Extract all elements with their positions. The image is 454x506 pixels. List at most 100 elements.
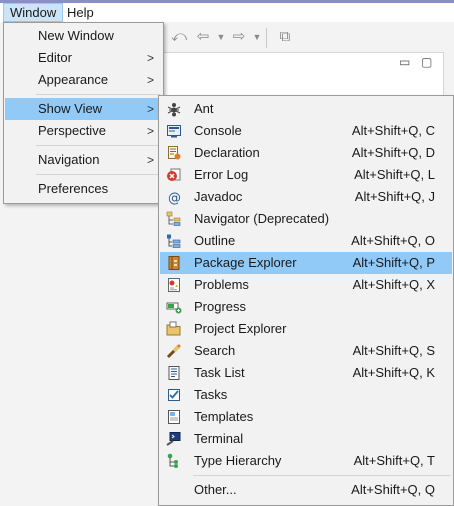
view-item-templates[interactable]: Templates [160,406,452,428]
type-hierarchy-icon [167,453,178,468]
submenu-arrow-icon: > [147,51,155,65]
view-item-label: Javadoc [194,189,243,204]
view-item-shortcut: Alt+Shift+Q, D [351,145,435,160]
view-item-package-explorer[interactable]: Package Explorer Alt+Shift+Q, P [160,252,452,274]
forward-dropdown-icon[interactable]: ▼ [248,28,266,46]
view-item-error-log[interactable]: Error Log Alt+Shift+Q, L [160,164,452,186]
view-item-shortcut: Alt+Shift+Q, P [352,255,435,270]
view-item-shortcut: Alt+Shift+Q, J [354,189,435,204]
menu-separator [36,145,160,146]
ant-icon [167,103,181,117]
search-icon [166,344,181,359]
view-item-shortcut: Alt+Shift+Q, O [351,233,435,248]
toolbar-separator [266,28,267,48]
menu-item-preferences[interactable]: Preferences [5,178,162,200]
view-item-tasks[interactable]: Tasks [160,384,452,406]
view-item-navigator[interactable]: Navigator (Deprecated) [160,208,452,230]
view-item-label: Type Hierarchy [194,453,282,468]
view-item-search[interactable]: Search Alt+Shift+Q, S [160,340,452,362]
menu-item-perspective[interactable]: Perspective > [5,120,162,142]
view-item-shortcut: Alt+Shift+Q, S [352,343,435,358]
progress-icon [166,302,182,314]
view-item-label: Terminal [194,431,244,446]
view-item-label: Search [194,343,236,358]
view-item-label: Tasks [194,387,228,402]
view-item-ant[interactable]: Ant [160,98,452,120]
window-menu: New Window Editor > Appearance > Show Vi… [3,22,164,204]
view-panel: ▭ ▢ [160,52,444,98]
menu-separator [36,174,160,175]
view-item-label: Package Explorer [194,255,297,270]
menu-item-new-window[interactable]: New Window [5,25,162,47]
menu-item-show-view[interactable]: Show View > [5,98,162,120]
menu-bar: Window Help [0,3,454,22]
view-item-type-hierarchy[interactable]: Type Hierarchy Alt+Shift+Q, T [160,450,452,472]
menu-item-appearance[interactable]: Appearance > [5,69,162,91]
svg-text:@: @ [168,191,181,205]
view-item-label: Error Log [194,167,249,182]
view-item-task-list[interactable]: Task List Alt+Shift+Q, K [160,362,452,384]
view-item-shortcut: Alt+Shift+Q, T [353,453,435,468]
view-item-label: Console [194,123,242,138]
view-item-label: Project Explorer [194,321,287,336]
minimize-icon[interactable]: ▭ [399,55,410,69]
view-item-label: Templates [194,409,254,424]
view-item-problems[interactable]: Problems Alt+Shift+Q, X [160,274,452,296]
task-list-icon [168,366,180,380]
back-icon[interactable]: ⇦ [194,28,212,46]
outline-icon [167,234,181,248]
maximize-icon[interactable]: ▢ [421,55,432,69]
show-view-menu: Ant Console Alt+Shift+Q, C Declaration A… [158,95,454,506]
view-item-progress[interactable]: Progress [160,296,452,318]
view-item-outline[interactable]: Outline Alt+Shift+Q, O [160,230,452,252]
view-item-label: Other... [194,482,237,497]
console-icon [167,125,181,138]
view-item-shortcut: Alt+Shift+Q, C [351,123,435,138]
view-item-shortcut: Alt+Shift+Q, Q [351,482,435,497]
menu-item-navigation[interactable]: Navigation > [5,149,162,171]
view-item-declaration[interactable]: Declaration Alt+Shift+Q, D [160,142,452,164]
menu-help[interactable]: Help [61,3,100,22]
view-item-label: Declaration [194,145,260,160]
view-item-shortcut: Alt+Shift+Q, K [352,365,435,380]
view-item-label: Problems [194,277,249,292]
main-toolbar: ⤺ ⇦ ▼ ⇨ ▼ ⧉ [160,24,454,52]
submenu-arrow-icon: > [147,124,155,138]
menu-item-label: Navigation [38,152,100,167]
terminal-icon [166,432,181,446]
package-explorer-icon [168,256,180,270]
menu-window[interactable]: Window [3,3,64,22]
problems-icon [168,278,180,292]
pin-editor-icon[interactable]: ⧉ [276,28,294,46]
menu-item-label: Perspective [38,123,106,138]
back-dropdown-icon[interactable]: ▼ [212,28,230,46]
tasks-icon [168,389,180,401]
project-explorer-icon [166,321,181,336]
navigator-icon [166,211,181,226]
view-item-shortcut: Alt+Shift+Q, L [354,167,435,182]
view-item-other[interactable]: Other... Alt+Shift+Q, Q [160,479,452,501]
view-item-console[interactable]: Console Alt+Shift+Q, C [160,120,452,142]
view-item-label: Outline [194,233,236,248]
menu-item-label: Editor [38,50,72,65]
menu-separator [36,94,160,95]
menu-item-editor[interactable]: Editor > [5,47,162,69]
view-item-label: Ant [194,101,214,116]
view-item-terminal[interactable]: Terminal [160,428,452,450]
menu-separator [193,475,451,476]
view-item-label: Progress [194,299,247,314]
templates-icon [168,410,180,424]
error-log-icon [167,168,181,181]
menu-item-label: New Window [38,28,114,43]
forward-icon[interactable]: ⇨ [230,28,248,46]
menu-item-label: Appearance [38,72,109,87]
menu-item-label: Preferences [38,181,109,196]
view-item-javadoc[interactable]: @ Javadoc Alt+Shift+Q, J [160,186,452,208]
declaration-icon [168,146,181,160]
last-edit-location-icon[interactable]: ⤺ [170,28,188,46]
submenu-arrow-icon: > [147,73,155,87]
view-item-project-explorer[interactable]: Project Explorer [160,318,452,340]
view-item-shortcut: Alt+Shift+Q, X [352,277,435,292]
submenu-arrow-icon: > [147,153,155,167]
menu-item-label: Show View [38,101,103,116]
